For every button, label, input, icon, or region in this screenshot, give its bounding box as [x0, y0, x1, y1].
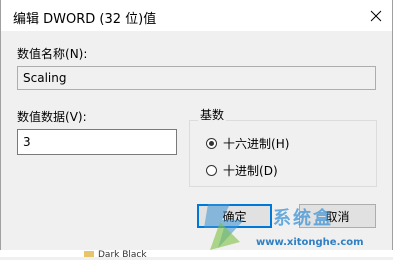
value-name-mnemonic: (N): — [65, 47, 88, 61]
value-name-field: Scaling — [17, 66, 376, 90]
radio-hexadecimal[interactable]: 十六进制 (H) — [206, 135, 289, 152]
radio-dec-mnemonic: (D) — [259, 163, 278, 178]
radio-decimal[interactable]: 十进制 (D) — [206, 162, 278, 179]
background-app-strip — [0, 250, 393, 257]
ok-button-label: 确定 — [222, 209, 247, 224]
radio-hex-mnemonic: (H) — [271, 136, 290, 151]
value-data-input[interactable]: 3 — [17, 129, 177, 155]
radio-dec-label: 十进制 — [223, 164, 260, 178]
watermark-text: 系统盒 — [273, 208, 333, 229]
radio-checked-icon[interactable] — [206, 138, 217, 149]
close-icon — [370, 10, 382, 21]
dword-edit-dialog: 编辑 DWORD (32 位)值 数值名称(N): Scaling 数值数据(V… — [0, 0, 393, 251]
radio-unchecked-icon[interactable] — [206, 165, 217, 176]
folder-icon — [84, 251, 94, 257]
value-name-text: Scaling — [23, 71, 67, 85]
watermark-url: www.xitonghe.com — [256, 237, 364, 248]
title-bar[interactable]: 编辑 DWORD (32 位)值 — [1, 0, 392, 31]
value-data-text: 3 — [23, 135, 31, 149]
ok-button[interactable]: 确定 — [197, 204, 272, 228]
base-group-title: 基数 — [198, 106, 227, 123]
background-item-text: Dark Black — [98, 250, 147, 260]
value-name-label: 数值名称(N): — [17, 47, 88, 61]
dialog-title: 编辑 DWORD (32 位)值 — [13, 12, 157, 27]
value-data-label: 数值数据(V): — [17, 110, 87, 124]
close-button[interactable] — [360, 0, 392, 31]
value-data-mnemonic: (V): — [65, 110, 87, 124]
radio-hex-label: 十六进制 — [223, 137, 272, 151]
